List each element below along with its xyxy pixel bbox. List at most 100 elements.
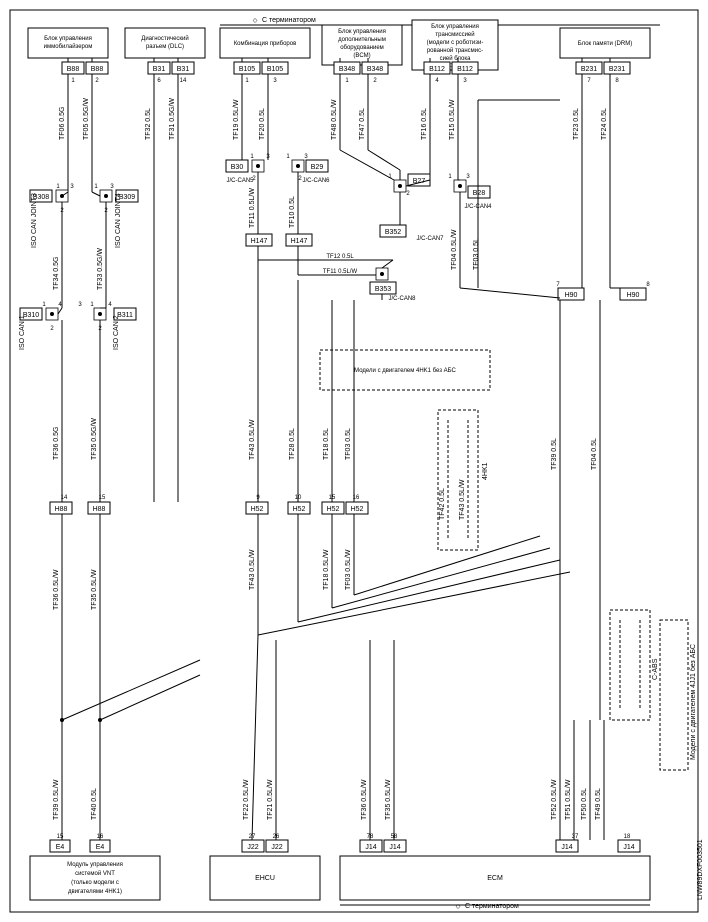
block-vnt-4: двигателями 4HK1) (68, 889, 122, 895)
svg-text:B30: B30 (231, 164, 244, 171)
svg-text:TF11 0.5L/W: TF11 0.5L/W (323, 269, 358, 275)
svg-text:58: 58 (391, 834, 398, 840)
svg-text:TF49 0.5L: TF49 0.5L (595, 788, 602, 820)
svg-text:B112: B112 (457, 66, 473, 73)
svg-text:B31: B31 (153, 66, 166, 73)
svg-text:TF43 0.5L/W: TF43 0.5L/W (249, 549, 256, 590)
block-diag-2: разъем (DLC) (146, 44, 184, 50)
svg-text:TF10 0.5L: TF10 0.5L (289, 196, 296, 228)
note-cabs: С-ABS (652, 658, 659, 680)
svg-text:TF40 0.5L: TF40 0.5L (91, 788, 98, 820)
iso-can-j4: ISO CAN JOINT4 (115, 193, 122, 248)
svg-text:18: 18 (624, 834, 631, 840)
svg-text:B105: B105 (267, 66, 283, 73)
svg-text:TF42 0.5L: TF42 0.5L (439, 488, 446, 520)
svg-text:J14: J14 (389, 844, 400, 851)
svg-text:E4: E4 (96, 844, 105, 851)
title-top: С терминатором (262, 17, 316, 24)
svg-text:TF35 0.5G/W: TF35 0.5G/W (91, 418, 98, 460)
svg-text:B112: B112 (429, 66, 445, 73)
marker-symbol-2: ◇ (456, 904, 461, 910)
block-bcm-1: Блок управления (338, 29, 386, 35)
block-tcm-5: сией блока (440, 55, 472, 62)
svg-text:TF39 0.5L: TF39 0.5L (551, 438, 558, 470)
svg-text:TF35 0.5L/W: TF35 0.5L/W (385, 779, 392, 820)
block-drm: Блок памяти (DRM) (578, 41, 632, 47)
svg-text:J14: J14 (365, 844, 376, 851)
svg-text:TF16 0.5L: TF16 0.5L (421, 108, 428, 140)
block-instrument: Комбинация приборов (234, 41, 297, 47)
block-tcm-3: (модели с роботизи- (427, 40, 484, 46)
svg-text:TF11 0.5L/W: TF11 0.5L/W (249, 188, 256, 228)
svg-text:J22: J22 (247, 844, 258, 851)
block-bcm-3: оборудованием (340, 45, 384, 51)
svg-text:15: 15 (329, 495, 336, 501)
svg-text:TF35 0.5L/W: TF35 0.5L/W (91, 569, 98, 610)
wiring-diagram: ◇ С терминатором Блок управления иммобил… (0, 0, 708, 922)
doc-id: LNW89DXF003501 (697, 839, 704, 900)
title-bottom: С терминатором (465, 903, 519, 910)
jc-can5: J/C-CAN5 (226, 178, 254, 184)
svg-text:B348: B348 (339, 66, 355, 73)
svg-text:10: 10 (295, 495, 302, 501)
block-tcm-1: Блок управления (431, 24, 479, 30)
svg-text:H52: H52 (327, 506, 340, 513)
svg-text:E4: E4 (56, 844, 65, 851)
note-4jj1: Модели с двигателем 4JJ1 без АБС (689, 644, 697, 760)
svg-text:TF06 0.5G: TF06 0.5G (59, 107, 66, 140)
svg-text:B88: B88 (91, 66, 104, 73)
svg-text:TF15 0.5L/W: TF15 0.5L/W (449, 99, 456, 140)
block-vnt-1: Модуль управления (67, 862, 123, 868)
block-vnt-3: (только модели с (71, 880, 119, 886)
svg-text:14: 14 (180, 78, 187, 84)
svg-text:H52: H52 (251, 506, 264, 513)
block-vnt-2: системой VNT (75, 870, 115, 877)
svg-text:B88: B88 (67, 66, 80, 73)
block-diag-1: Диагностический (141, 35, 188, 42)
svg-text:TF21 0.5L/W: TF21 0.5L/W (267, 779, 274, 820)
block-tcm-2: трансмиссией (435, 31, 474, 38)
svg-text:27: 27 (249, 834, 256, 840)
svg-text:B348: B348 (367, 66, 383, 73)
iso-can-2: ISO CAN 2 (113, 315, 120, 350)
iso-can-j3: ISO CAN JOINT3 (31, 193, 38, 248)
svg-text:H52: H52 (351, 506, 364, 513)
block-ehcu: EHCU (255, 875, 275, 882)
svg-text:78: 78 (367, 834, 374, 840)
svg-text:TF04 0.5L/W: TF04 0.5L/W (451, 229, 458, 270)
svg-text:TF20 0.5L: TF20 0.5L (259, 108, 266, 140)
svg-text:TF50 0.5L: TF50 0.5L (581, 788, 588, 820)
iso-can-1: ISO CAN 1 (19, 315, 26, 350)
marker-symbol: ◇ (253, 18, 258, 24)
svg-text:TF03 0.5L: TF03 0.5L (473, 238, 480, 270)
block-immobilizer-2: иммобилайзером (44, 43, 93, 50)
svg-text:TF28 0.5L: TF28 0.5L (289, 428, 296, 460)
svg-text:B352: B352 (385, 229, 401, 236)
svg-text:TF04 0.5L: TF04 0.5L (591, 438, 598, 470)
block-tcm-4: рованной трансмис- (427, 47, 483, 54)
block-immobilizer-1: Блок управления (44, 36, 92, 42)
block-ecm: ECM (487, 875, 503, 882)
svg-text:TF48 0.5L/W: TF48 0.5L/W (331, 99, 338, 140)
svg-text:26: 26 (273, 834, 280, 840)
svg-text:H88: H88 (93, 506, 106, 513)
svg-text:TF36 0.5L/W: TF36 0.5L/W (53, 569, 60, 610)
svg-text:TF36 0.5G: TF36 0.5G (53, 427, 60, 460)
svg-text:B353: B353 (375, 286, 391, 293)
svg-text:H88: H88 (55, 506, 68, 513)
svg-text:16: 16 (353, 495, 360, 501)
svg-text:15: 15 (57, 834, 64, 840)
svg-text:16: 16 (97, 834, 104, 840)
block-bcm-2: дополнительным (338, 37, 386, 43)
svg-text:TF24 0.5L: TF24 0.5L (601, 108, 608, 140)
jc-can6: J/C-CAN6 (302, 178, 330, 184)
svg-text:H52: H52 (293, 506, 306, 513)
svg-text:TF18 0.5L: TF18 0.5L (323, 428, 330, 460)
svg-text:J14: J14 (561, 844, 572, 851)
svg-text:TF32 0.5L: TF32 0.5L (145, 108, 152, 140)
svg-text:H90: H90 (565, 292, 578, 299)
svg-text:B231: B231 (609, 66, 625, 73)
svg-text:TF43 0.5L/W: TF43 0.5L/W (459, 479, 466, 520)
svg-text:TF03 0.5L: TF03 0.5L (345, 428, 352, 460)
svg-text:TF52 0.5L/W: TF52 0.5L/W (551, 779, 558, 820)
